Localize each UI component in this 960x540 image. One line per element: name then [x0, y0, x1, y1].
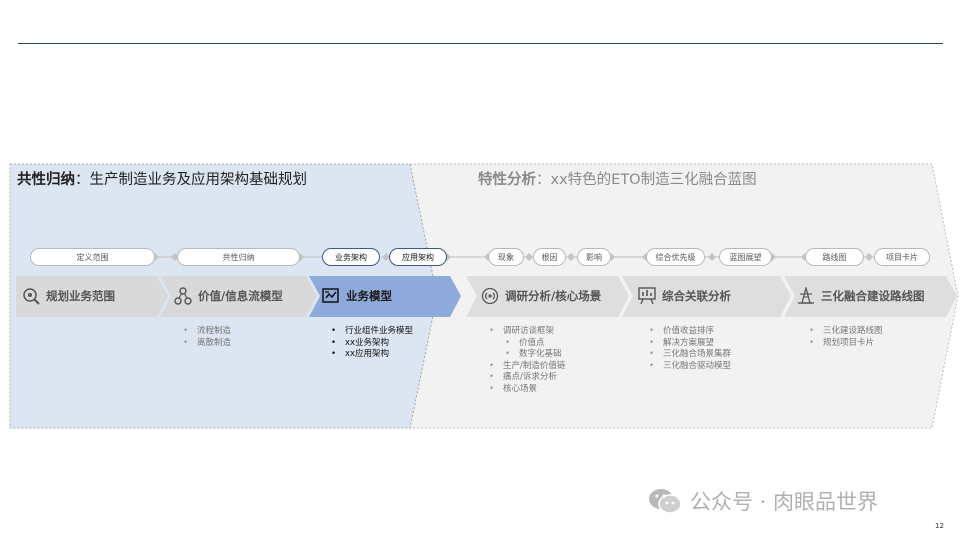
wechat-icon	[648, 487, 682, 515]
stage-comprehensive-analysis[interactable]: 综合关联分析	[638, 287, 731, 305]
analysis-board-icon	[638, 287, 656, 305]
stage-label: 综合关联分析	[662, 289, 731, 303]
pill-application-architecture[interactable]: 应用架构	[389, 248, 447, 266]
list-item: 生产/制造价值链	[489, 361, 565, 373]
left-panel-title: 共性归纳：生产制造业务及应用架构基础规划	[17, 172, 307, 188]
list-analysis: 价值收益排序 解决方案展望 三化融合场景集群 三化融合驱动模型	[649, 326, 731, 372]
pill-roadmap[interactable]: 路线图	[805, 248, 864, 266]
list-business-scope: 流程制造 离散制造	[183, 326, 231, 349]
pill-project-card[interactable]: 项目卡片	[874, 248, 930, 266]
stage-plan-business-scope[interactable]: 规划业务范围	[22, 287, 115, 305]
pill-business-architecture[interactable]: 业务架构	[322, 248, 380, 266]
list-item: 三化融合场景集群	[649, 349, 731, 361]
pill-impact[interactable]: 影响	[577, 248, 611, 266]
stage-research-core-scenarios[interactable]: 调研分析/核心场景	[481, 287, 601, 305]
watermark-text: 公众号 · 肉眼品世界	[690, 490, 879, 514]
stage-integration-roadmap[interactable]: 三化融合建设路线图	[797, 287, 925, 305]
stage-label: 规划业务范围	[46, 289, 115, 303]
list-item: 解决方案展望	[649, 338, 731, 350]
list-roadmap: 三化建设路线图 规划项目卡片	[809, 326, 883, 349]
stage-value-info-flow-model[interactable]: 价值/信息流模型	[174, 287, 283, 305]
stage-business-model[interactable]: 业务模型	[322, 287, 392, 305]
list-item: 流程制造	[183, 326, 231, 338]
chart-box-icon	[322, 287, 340, 305]
stage-label: 三化融合建设路线图	[821, 289, 925, 303]
list-item: 核心场景	[489, 384, 565, 396]
list-research: 调研访谈框架 价值点 数字化基础 生产/制造价值链 痛点/诉求分析 核心场景	[489, 326, 565, 395]
page-number: 12	[935, 522, 944, 530]
list-subitem: 数字化基础	[489, 349, 565, 361]
list-item: 痛点/诉求分析	[489, 372, 565, 384]
panel-background	[9, 163, 959, 429]
magnifier-icon	[22, 287, 40, 305]
broadcast-icon	[481, 287, 499, 305]
pill-define-scope[interactable]: 定义范围	[30, 248, 155, 266]
list-item: 行业组件业务模型	[331, 326, 413, 338]
list-item: xx业务架构	[331, 338, 413, 350]
list-subitem: 价值点	[489, 338, 565, 350]
list-item: xx应用架构	[331, 349, 413, 361]
stage-label: 调研分析/核心场景	[505, 289, 602, 303]
right-panel-title: 特性分析：xx特色的ETO制造三化融合蓝图	[478, 172, 757, 188]
network-nodes-icon	[174, 287, 192, 305]
pill-blueprint-outlook[interactable]: 蓝图展望	[719, 248, 772, 266]
stage-label: 业务模型	[346, 289, 392, 303]
watermark: 公众号 · 肉眼品世界	[648, 486, 878, 516]
list-item: 三化融合驱动模型	[649, 361, 731, 373]
list-item: 调研访谈框架	[489, 326, 565, 338]
pill-common-summary[interactable]: 共性归纳	[177, 248, 300, 266]
pill-overall-priority[interactable]: 综合优先级	[646, 248, 705, 266]
list-business-model: 行业组件业务模型 xx业务架构 xx应用架构	[331, 326, 413, 361]
list-item: 规划项目卡片	[809, 338, 883, 350]
stage-label: 价值/信息流模型	[198, 289, 283, 303]
list-item: 离散制造	[183, 338, 231, 350]
tower-icon	[797, 287, 815, 305]
pill-root-cause[interactable]: 根因	[533, 248, 566, 266]
list-item: 三化建设路线图	[809, 326, 883, 338]
pill-phenomenon[interactable]: 现象	[488, 248, 524, 266]
list-item: 价值收益排序	[649, 326, 731, 338]
